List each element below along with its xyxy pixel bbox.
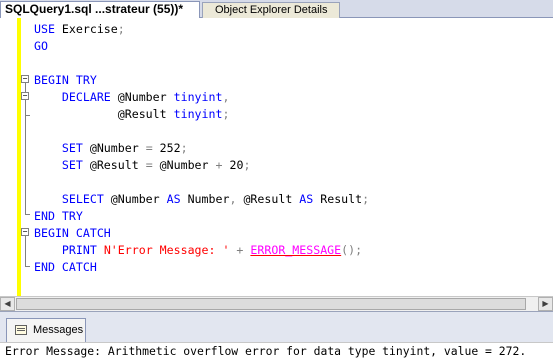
code-token: ERROR_MESSAGE — [250, 243, 342, 257]
code-token: SET — [34, 158, 90, 172]
document-tab-strip: SQLQuery1.sql ...strateur (55))* Object … — [0, 0, 553, 19]
tab-object-explorer-details[interactable]: Object Explorer Details — [202, 2, 340, 18]
collapse-declare-icon[interactable]: − — [21, 92, 29, 100]
code-line[interactable] — [34, 123, 369, 140]
code-token: = — [145, 141, 160, 155]
collapse-begin-try-icon[interactable]: − — [21, 75, 29, 83]
code-token: AS — [166, 192, 188, 206]
code-token: @Result — [89, 158, 146, 172]
scroll-left-icon[interactable]: ◀ — [0, 297, 15, 311]
code-token: Result — [320, 192, 363, 206]
code-token: N'Error Message: ' — [103, 243, 230, 257]
scrollbar-thumb[interactable] — [16, 298, 526, 310]
code-line[interactable]: SET @Result = @Number + 20; — [34, 157, 369, 174]
output-message: Error Message: Arithmetic overflow error… — [5, 344, 527, 358]
code-token: AS — [299, 192, 321, 206]
code-token: @Number — [159, 158, 216, 172]
code-line[interactable]: GO — [34, 38, 369, 55]
code-line[interactable]: BEGIN CATCH — [34, 225, 369, 242]
code-token: ; — [222, 107, 230, 121]
code-token: PRINT — [34, 243, 104, 257]
code-token: BEGIN TRY — [34, 73, 97, 87]
code-token: USE — [34, 22, 62, 36]
code-token: tinyint — [173, 107, 223, 121]
messages-output: Error Message: Arithmetic overflow error… — [0, 342, 553, 360]
code-line[interactable]: USE Exercise; — [34, 21, 369, 38]
outline-line-try — [25, 83, 26, 214]
tab-messages[interactable]: Messages — [6, 318, 86, 342]
code-token: , — [222, 90, 230, 104]
code-line[interactable]: BEGIN TRY — [34, 72, 369, 89]
changed-lines-indicator — [17, 18, 21, 296]
code-token: (); — [341, 243, 363, 257]
code-token: ; — [243, 158, 251, 172]
scroll-right-icon[interactable]: ▶ — [538, 297, 553, 311]
code-line[interactable]: END CATCH — [34, 259, 369, 276]
code-line[interactable]: @Result tinyint; — [34, 106, 369, 123]
results-tab-bar: Messages — [0, 311, 553, 342]
messages-icon — [15, 325, 27, 335]
code-token: END CATCH — [34, 260, 97, 274]
code-token: DECLARE — [34, 90, 118, 104]
code-token: + — [229, 243, 251, 257]
code-token: Number — [187, 192, 230, 206]
code-token: @Number — [89, 141, 146, 155]
code-token: 20 — [229, 158, 244, 172]
code-token: SET — [34, 141, 90, 155]
code-token: , — [229, 192, 244, 206]
code-token: SELECT — [34, 192, 111, 206]
code-token: @Result — [34, 107, 174, 121]
code-token: @Result — [243, 192, 300, 206]
code-token: @Number — [117, 90, 174, 104]
code-token: @Number — [110, 192, 167, 206]
code-token: tinyint — [173, 90, 223, 104]
code-token: 252 — [159, 141, 181, 155]
code-line[interactable] — [34, 174, 369, 191]
messages-tab-label: Messages — [33, 324, 84, 336]
code-line[interactable] — [34, 55, 369, 72]
editor-gutter — [0, 18, 17, 296]
sql-code[interactable]: USE Exercise; GO BEGIN TRY DECLARE @Numbe… — [34, 21, 369, 276]
outline-tick-declare — [25, 115, 30, 116]
outline-tick-end-try — [25, 214, 30, 215]
tab-sqlquery1[interactable]: SQLQuery1.sql ...strateur (55))* — [0, 1, 200, 19]
outline-tick-end-catch — [25, 266, 30, 267]
code-line[interactable]: PRINT N'Error Message: ' + ERROR_MESSAGE… — [34, 242, 369, 259]
code-token: BEGIN CATCH — [34, 226, 111, 240]
code-token: ; — [362, 192, 370, 206]
outline-line-catch — [25, 236, 26, 266]
code-token: GO — [34, 39, 48, 53]
collapse-begin-catch-icon[interactable]: − — [21, 228, 29, 236]
query-editor[interactable]: − − − USE Exercise; GO BEGIN TRY DECLARE … — [0, 18, 553, 296]
horizontal-scrollbar[interactable]: ◀ ▶ — [0, 296, 553, 311]
code-line[interactable]: SET @Number = 252; — [34, 140, 369, 157]
code-line[interactable]: END TRY — [34, 208, 369, 225]
code-token: ; — [180, 141, 188, 155]
code-token: = — [145, 158, 160, 172]
code-token: ; — [117, 22, 125, 36]
code-line[interactable]: SELECT @Number AS Number, @Result AS Res… — [34, 191, 369, 208]
code-token: + — [215, 158, 230, 172]
code-token: END TRY — [34, 209, 83, 223]
code-token: Exercise — [61, 22, 118, 36]
code-line[interactable]: DECLARE @Number tinyint, — [34, 89, 369, 106]
